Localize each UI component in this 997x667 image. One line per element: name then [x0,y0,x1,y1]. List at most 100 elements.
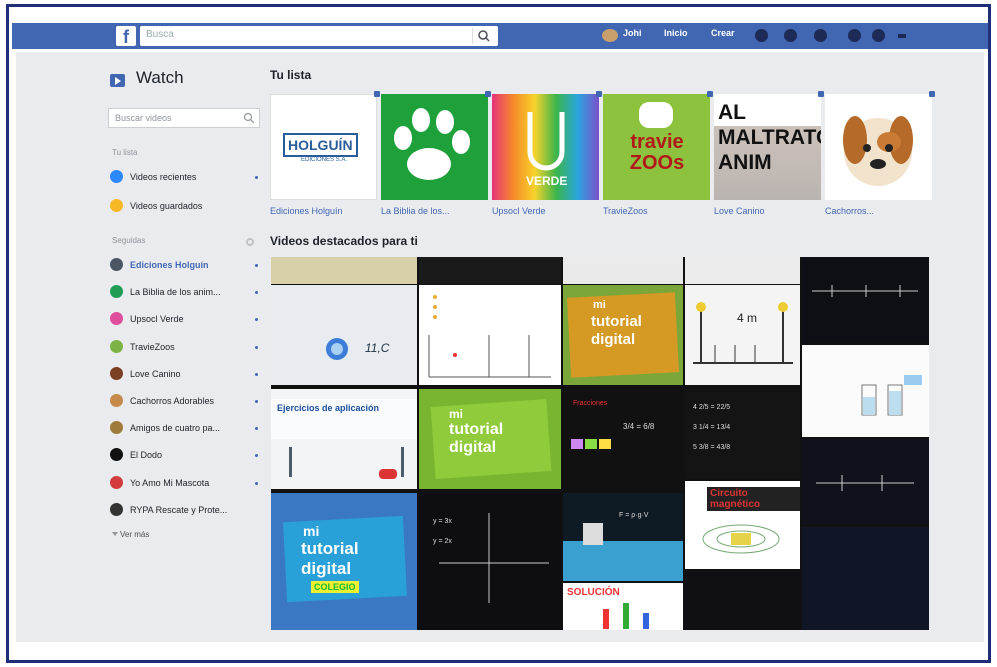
help-icon[interactable] [872,29,885,42]
magnetic-circuit-label: Circuito magnético [707,487,800,511]
channel-tile-label[interactable]: Cachorros... [825,206,874,216]
dog-mascot-icon [639,102,673,128]
sidebar-item-followed-channel[interactable]: Yo Amo Mi Mascota [110,474,260,492]
channel-tile[interactable]: VERDE Upsocl Verde [492,91,602,216]
video-thumbnail[interactable]: Circuito magnético [685,481,800,569]
new-indicator-icon [255,427,258,431]
featured-videos-collage[interactable]: 11,C Ejercicios de aplicación mi tutoria… [271,257,929,630]
video-thumbnail[interactable]: 4 m [685,285,800,385]
video-thumbnail[interactable]: Fracciones 3/4 = 6/8 [563,389,683,489]
channel-tile-label[interactable]: TravieZoos [603,206,648,216]
video-thumbnail[interactable] [685,571,800,630]
channel-thumbnail[interactable] [825,94,932,200]
channel-tile[interactable]: AL MALTRATO ANIM Love Canino [714,91,824,216]
new-indicator-icon [255,454,258,458]
holguin-logo: HOLGUÍN [283,133,358,157]
sidebar-item-followed-channel[interactable]: RYPA Rescate y Prote... [110,501,260,519]
video-thumbnail[interactable] [802,439,929,525]
sidebar-item-followed-channel[interactable]: Ediciones Holguín [110,256,260,274]
channel-avatar [110,312,123,326]
channel-tile[interactable]: HOLGUÍN EDICIONES S.A. Ediciones Holguín [270,91,380,216]
video-thumbnail[interactable] [563,257,683,284]
video-thumbnail[interactable]: mi tutorial digital COLEGIO [271,493,417,630]
channel-avatar [110,366,123,380]
video-thumbnail[interactable]: 11,C [271,285,417,385]
profile-link[interactable]: Johi [623,28,642,38]
new-indicator-icon [255,372,258,376]
search-icon[interactable] [243,112,255,124]
video-thumbnail[interactable] [802,257,929,343]
svg-text:3/4 = 6/8: 3/4 = 6/8 [623,422,655,431]
messenger-icon[interactable] [784,29,797,42]
video-thumbnail[interactable] [271,257,417,284]
channel-tile[interactable]: Cachorros... [825,91,935,216]
watch-title[interactable]: Watch [136,68,184,88]
video-thumbnail[interactable]: SOLUCIÓN [563,583,683,630]
tutorial-logo-text: tutorial [591,313,642,330]
account-menu-chevron-down-icon[interactable] [898,34,906,38]
sidebar-item-followed-channel[interactable]: Upsocl Verde [110,310,260,328]
sidebar-item-label: El Dodo [130,450,163,461]
sidebar-item-followed-channel[interactable]: La Biblia de los anim... [110,283,260,301]
puppy-emoji-icon [843,116,913,186]
sidebar-item-followed-channel[interactable]: TravieZoos [110,338,260,356]
sidebar-item-followed-channel[interactable]: Amigos de cuatro pa... [110,419,260,437]
friend-requests-icon[interactable] [755,29,768,42]
quick-help-icon[interactable] [848,29,861,42]
sidebar-item-followed-channel[interactable]: El Dodo [110,446,260,464]
sidebar-item-recent-videos[interactable]: Videos recientes [110,168,260,186]
video-thumbnail[interactable] [802,527,929,630]
channel-tile[interactable]: La Biblia de los... [381,91,491,216]
notifications-icon[interactable] [814,29,827,42]
channel-avatar [110,421,123,435]
video-search-input[interactable]: Buscar videos [108,108,260,128]
channel-tile-label[interactable]: La Biblia de los... [381,206,450,216]
channel-tile-label[interactable]: Ediciones Holguín [270,206,343,216]
facebook-logo-icon[interactable]: f [116,26,136,47]
sidebar-item-followed-channel[interactable]: Cachorros Adorables [110,392,260,410]
video-thumbnail[interactable]: y = 3x y = 2x [419,493,561,630]
new-content-indicator-icon [374,91,380,97]
video-thumbnail[interactable] [802,345,929,437]
home-link[interactable]: Inicio [664,28,688,38]
video-thumbnail[interactable]: mi tutorial digital [563,285,683,385]
channel-thumbnail[interactable]: HOLGUÍN EDICIONES S.A. [270,94,377,200]
video-thumbnail[interactable]: F = ρ·g·V [563,493,683,581]
channel-tile[interactable]: travie ZOOs TravieZoos [603,91,713,216]
chevron-down-icon [112,532,118,536]
new-indicator-icon [255,481,258,485]
video-thumbnail[interactable] [419,257,561,284]
channel-tile-label[interactable]: Upsocl Verde [492,206,546,216]
gear-icon[interactable] [246,238,254,246]
sidebar-item-label: Cachorros Adorables [130,396,215,406]
tutorial-logo-text: mi [593,299,606,311]
sidebar-item-label: Love Canino [130,368,181,379]
video-thumbnail[interactable]: mi tutorial digital [419,389,561,489]
featured-videos-heading: Videos destacados para ti [270,234,418,248]
sidebar-item-followed-channel[interactable]: Love Canino [110,365,260,383]
tutorial-logo-text: digital [449,439,497,456]
watch-icon [110,74,125,87]
new-content-indicator-icon [929,91,935,97]
svg-text:4 2/5 = 22/5: 4 2/5 = 22/5 [693,404,730,411]
sidebar-item-saved-videos[interactable]: Videos guardados [110,197,260,215]
channel-thumbnail[interactable] [381,94,488,200]
channel-thumbnail[interactable]: VERDE [492,94,599,200]
search-icon[interactable] [472,28,494,44]
profile-avatar[interactable] [602,29,618,42]
channel-thumbnail[interactable]: AL MALTRATO ANIM [714,94,821,200]
tutorial-logo-text: tutorial [449,421,504,438]
video-thumbnail[interactable]: Ejercicios de aplicación [271,389,417,489]
new-content-indicator-icon [485,91,491,97]
video-thumbnail[interactable]: 4 2/5 = 22/5 3 1/4 = 13/4 5 3/8 = 43/8 [685,389,800,479]
global-search-input[interactable]: Busca [140,26,498,46]
video-thumbnail[interactable] [685,257,800,284]
ver-mas-link[interactable]: Ver más [120,530,149,539]
channel-tile-label[interactable]: Love Canino [714,206,765,216]
video-search-placeholder: Buscar videos [115,113,172,123]
create-link[interactable]: Crear [711,28,735,38]
channel-thumbnail[interactable]: travie ZOOs [603,94,710,200]
new-content-indicator-icon [818,91,824,97]
video-thumbnail[interactable] [419,285,561,385]
svg-text:3 1/4 = 13/4: 3 1/4 = 13/4 [693,424,730,431]
